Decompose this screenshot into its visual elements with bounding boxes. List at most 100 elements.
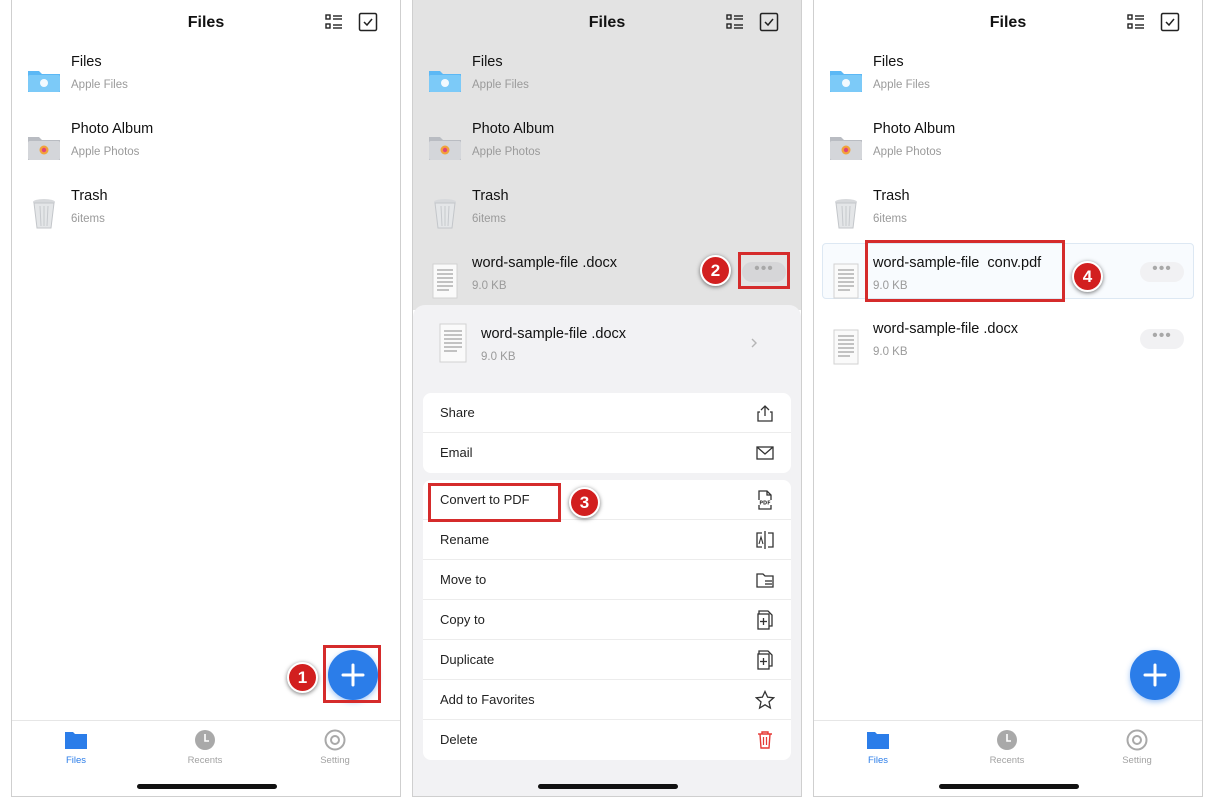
svg-text:PDF: PDF xyxy=(759,501,770,507)
step-badge-4: 4 xyxy=(1072,261,1103,292)
step-badge-1: 1 xyxy=(287,662,318,693)
photo-album-icon xyxy=(28,137,60,160)
tab-setting[interactable]: Setting xyxy=(1097,729,1177,766)
screen-files-home: Files Files Apple Files Photo Album Appl… xyxy=(11,0,401,797)
action-sheet-file-header[interactable]: word-sample-file .docx 9.0 KB xyxy=(413,305,801,377)
file-name: word-sample-file .docx xyxy=(873,321,1019,337)
select-checkbox-icon[interactable] xyxy=(759,12,779,32)
list-view-icon[interactable] xyxy=(324,12,344,32)
highlight-box-step-2 xyxy=(738,252,790,289)
email-icon xyxy=(756,446,774,460)
location-subtitle: Apple Files xyxy=(472,79,529,91)
location-row-photo-album[interactable]: Photo Album Apple Photos xyxy=(413,121,801,181)
more-options-button[interactable]: ••• xyxy=(1140,261,1184,282)
location-row-trash[interactable]: Trash 6items xyxy=(12,188,400,248)
list-view-icon[interactable] xyxy=(1126,12,1146,32)
location-row-files[interactable]: Files Apple Files xyxy=(12,54,400,114)
duplicate-icon xyxy=(757,650,773,670)
home-indicator xyxy=(137,784,277,789)
trash-can-icon xyxy=(33,199,55,229)
gear-icon xyxy=(324,729,346,751)
menu-item-share[interactable]: Share xyxy=(423,393,791,433)
location-row-photo-album[interactable]: Photo Album Apple Photos xyxy=(12,121,400,181)
menu-item-copy-to[interactable]: Copy to xyxy=(423,600,791,640)
file-name: word-sample-file .docx xyxy=(472,255,618,271)
list-view-icon[interactable] xyxy=(725,12,745,32)
location-subtitle: Apple Photos xyxy=(472,146,541,158)
menu-item-add-to-favorites[interactable]: Add to Favorites xyxy=(423,680,791,720)
menu-group-actions: Convert to PDF PDF Rename Move to Copy t… xyxy=(423,480,791,760)
menu-item-rename[interactable]: Rename xyxy=(423,520,791,560)
folder-icon xyxy=(830,71,862,92)
folder-tab-icon xyxy=(867,732,889,749)
folder-icon xyxy=(429,71,461,92)
move-folder-icon xyxy=(756,573,774,588)
location-name: Files xyxy=(472,54,503,70)
screen-files-converted: Files Files Apple Files Photo Album Appl… xyxy=(813,0,1203,797)
copy-icon xyxy=(757,610,773,630)
location-subtitle: Apple Files xyxy=(71,79,128,91)
menu-item-duplicate[interactable]: Duplicate xyxy=(423,640,791,680)
location-name: Trash xyxy=(873,188,910,204)
screen-file-actions: Files Files Apple Files Photo Album Appl… xyxy=(412,0,802,797)
highlight-box-step-1 xyxy=(323,645,381,703)
location-subtitle: Apple Photos xyxy=(873,146,942,158)
menu-item-delete[interactable]: Delete xyxy=(423,720,791,760)
location-name: Photo Album xyxy=(873,121,956,137)
delete-icon xyxy=(758,731,772,749)
folder-tab-icon xyxy=(65,732,87,749)
document-thumbnail-icon xyxy=(432,263,458,299)
add-file-button[interactable] xyxy=(1130,650,1180,700)
share-icon xyxy=(757,405,773,422)
document-thumbnail-icon xyxy=(833,329,859,365)
location-subtitle: Apple Photos xyxy=(71,146,140,158)
location-subtitle: 6items xyxy=(472,213,506,225)
step-badge-3: 3 xyxy=(569,487,600,518)
gear-icon xyxy=(1126,729,1148,751)
location-name: Photo Album xyxy=(472,121,555,137)
location-name: Trash xyxy=(472,188,509,204)
location-row-photo-album[interactable]: Photo Album Apple Photos xyxy=(814,121,1202,181)
recents-clock-icon xyxy=(195,730,215,750)
location-subtitle: Apple Files xyxy=(873,79,930,91)
tab-recents[interactable]: Recents xyxy=(165,729,245,766)
photo-album-icon xyxy=(429,137,461,160)
photo-album-icon xyxy=(830,137,862,160)
location-subtitle: 6items xyxy=(71,213,105,225)
tab-setting[interactable]: Setting xyxy=(295,729,375,766)
action-sheet: word-sample-file .docx 9.0 KB Share Emai… xyxy=(413,305,801,796)
recents-clock-icon xyxy=(997,730,1017,750)
plus-icon xyxy=(1143,663,1167,687)
star-icon xyxy=(755,690,775,710)
tab-files[interactable]: Files xyxy=(36,729,116,766)
location-row-files[interactable]: Files Apple Files xyxy=(814,54,1202,114)
tab-files[interactable]: Files xyxy=(838,729,918,766)
file-size: 9.0 KB xyxy=(873,346,908,358)
select-checkbox-icon[interactable] xyxy=(1160,12,1180,32)
rename-icon xyxy=(756,531,774,549)
menu-item-move-to[interactable]: Move to xyxy=(423,560,791,600)
home-indicator xyxy=(939,784,1079,789)
location-subtitle: 6items xyxy=(873,213,907,225)
step-badge-2: 2 xyxy=(700,255,731,286)
tab-recents[interactable]: Recents xyxy=(967,729,1047,766)
location-row-files[interactable]: Files Apple Files xyxy=(413,54,801,114)
sheet-file-name: word-sample-file .docx xyxy=(481,326,627,342)
trash-can-icon xyxy=(835,199,857,229)
more-options-button[interactable]: ••• xyxy=(1140,328,1184,349)
location-name: Files xyxy=(873,54,904,70)
document-thumbnail-icon xyxy=(439,323,467,363)
highlight-box-step-3 xyxy=(428,483,561,522)
document-thumbnail-icon xyxy=(833,263,859,299)
highlight-box-step-4 xyxy=(865,240,1065,302)
menu-group-share: Share Email xyxy=(423,393,791,473)
pdf-icon: PDF xyxy=(758,490,772,510)
select-checkbox-icon[interactable] xyxy=(358,12,378,32)
location-row-trash[interactable]: Trash 6items xyxy=(413,188,801,248)
location-name: Photo Album xyxy=(71,121,154,137)
location-name: Files xyxy=(71,54,102,70)
home-indicator xyxy=(538,784,678,789)
location-row-trash[interactable]: Trash 6items xyxy=(814,188,1202,248)
menu-item-email[interactable]: Email xyxy=(423,433,791,473)
file-size: 9.0 KB xyxy=(472,280,507,292)
